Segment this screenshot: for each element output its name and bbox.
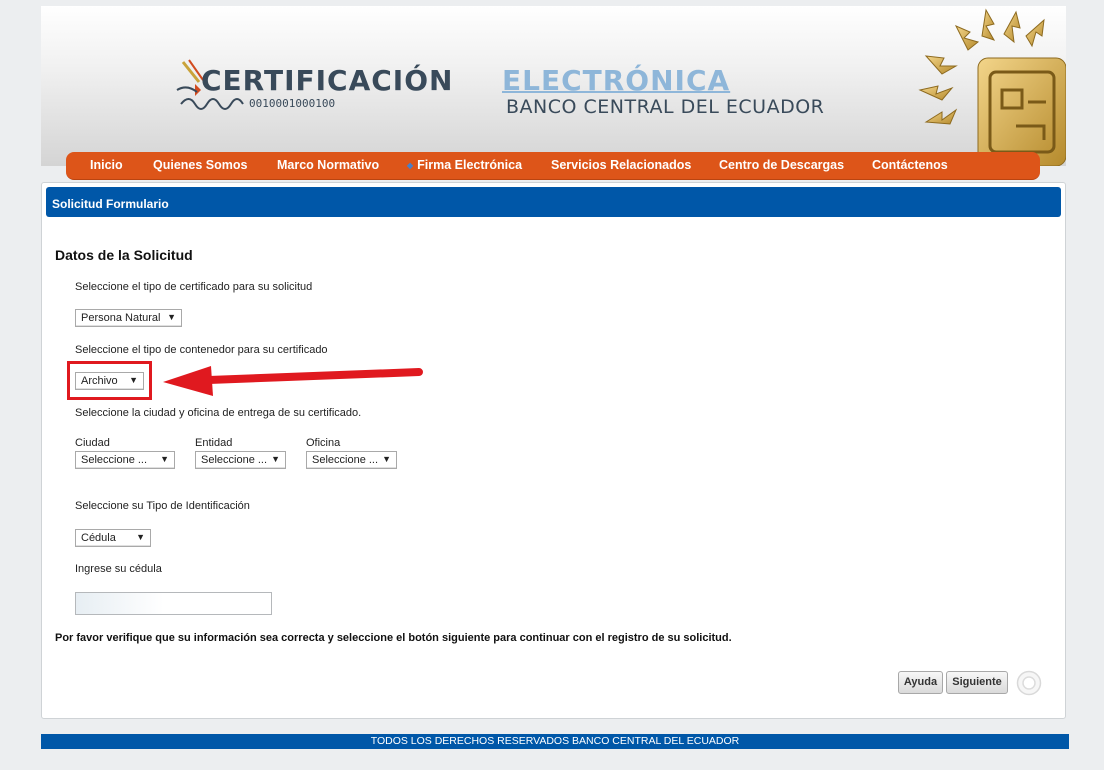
entidad-label: Entidad: [195, 437, 233, 449]
delivery-label: Seleccione la ciudad y oficina de entreg…: [75, 407, 362, 419]
cert-type-select[interactable]: Persona Natural ▼: [75, 309, 182, 327]
nav-marco-normativo[interactable]: Marco Normativo: [277, 158, 379, 172]
id-type-value: Cédula: [81, 532, 116, 544]
request-form-panel: Solicitud Formulario Datos de la Solicit…: [41, 182, 1066, 719]
ciudad-label: Ciudad: [75, 437, 110, 449]
cert-type-label: Seleccione el tipo de certificado para s…: [75, 281, 313, 293]
nav-firma-electronica[interactable]: ◆ Firma Electrónica: [407, 158, 522, 172]
entidad-value: Seleccione ...: [201, 454, 268, 466]
nav-inicio[interactable]: Inicio: [90, 158, 123, 172]
certificacion-logo: CERTIFICACIÓN ELECTRÓNICA 0010001000100 …: [169, 56, 824, 126]
dropdown-arrow-icon: ▼: [382, 454, 391, 464]
oficina-select[interactable]: Seleccione ... ▼: [306, 451, 397, 469]
annotation-arrow-icon: [163, 366, 423, 396]
help-button[interactable]: Ayuda: [898, 671, 943, 694]
logo-binary-code: 0010001000100: [249, 97, 336, 110]
id-type-select[interactable]: Cédula ▼: [75, 529, 151, 547]
cedula-label: Ingrese su cédula: [75, 563, 162, 575]
dropdown-arrow-icon: ▼: [167, 312, 176, 322]
ciudad-value: Seleccione ...: [81, 454, 148, 466]
nav-quienes-somos[interactable]: Quienes Somos: [153, 158, 247, 172]
nav-active-bullet-icon: ◆: [407, 161, 414, 170]
dropdown-arrow-icon: ▼: [136, 532, 145, 542]
footer: TODOS LOS DERECHOS RESERVADOS BANCO CENT…: [41, 734, 1069, 749]
next-button[interactable]: Siguiente: [946, 671, 1008, 694]
verification-notice: Por favor verifique que su información s…: [55, 632, 732, 644]
oficina-value: Seleccione ...: [312, 454, 379, 466]
oficina-label: Oficina: [306, 437, 341, 449]
dropdown-arrow-icon: ▼: [271, 454, 280, 464]
dropdown-arrow-icon: ▼: [160, 454, 169, 464]
section-title: Datos de la Solicitud: [55, 247, 193, 263]
dropdown-arrow-icon: ▼: [129, 375, 138, 385]
logo-subtitle: BANCO CENTRAL DEL ECUADOR: [506, 96, 825, 118]
cedula-input[interactable]: [75, 592, 272, 615]
container-type-value: Archivo: [81, 375, 118, 387]
site-banner: CERTIFICACIÓN ELECTRÓNICA 0010001000100 …: [41, 6, 1066, 166]
panel-header: Solicitud Formulario: [46, 187, 1061, 217]
cert-type-value: Persona Natural: [81, 312, 161, 324]
logo-title-highlight: ELECTRÓNICA: [502, 64, 731, 97]
panel-title: Solicitud Formulario: [52, 197, 169, 211]
logo-title: CERTIFICACIÓN: [201, 64, 454, 97]
nav-contactenos[interactable]: Contáctenos: [872, 158, 948, 172]
ciudad-select[interactable]: Seleccione ... ▼: [75, 451, 175, 469]
container-type-select[interactable]: Archivo ▼: [75, 372, 144, 390]
loading-spinner-icon: [1016, 670, 1042, 696]
nav-servicios-relacionados[interactable]: Servicios Relacionados: [551, 158, 691, 172]
inca-sun-emblem-icon: [918, 8, 1066, 166]
container-type-label: Seleccione el tipo de contenedor para su…: [75, 344, 328, 356]
entidad-select[interactable]: Seleccione ... ▼: [195, 451, 286, 469]
id-type-label: Seleccione su Tipo de Identificación: [75, 500, 250, 512]
nav-centro-descargas[interactable]: Centro de Descargas: [719, 158, 844, 172]
main-nav: Inicio Quienes Somos Marco Normativo ◆ Fi…: [66, 152, 1040, 180]
nav-firma-electronica-label: Firma Electrónica: [417, 158, 523, 172]
